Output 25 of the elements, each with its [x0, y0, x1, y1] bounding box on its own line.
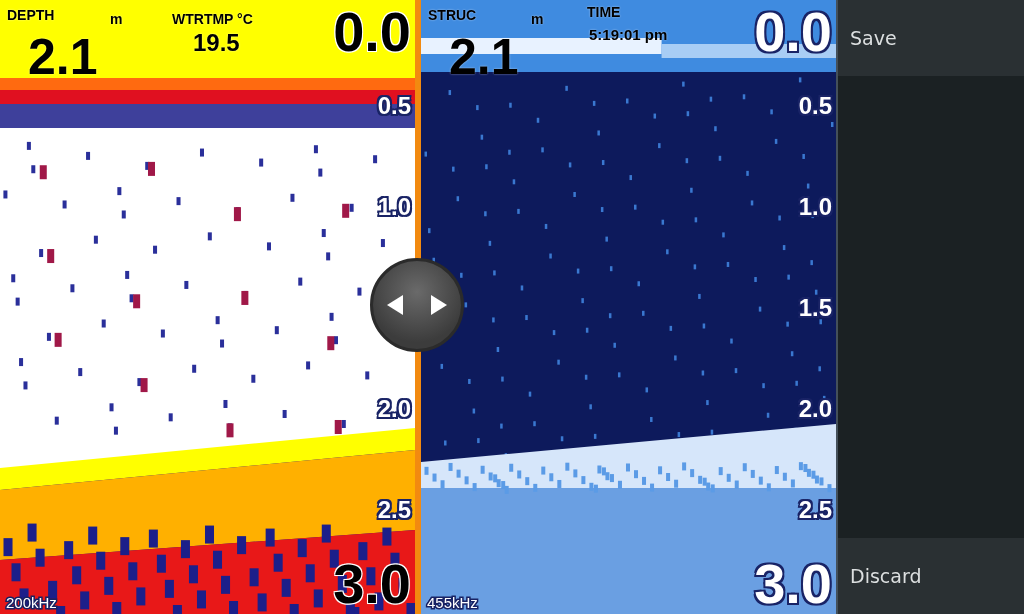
depth-scale-mark: 0.0	[754, 4, 832, 60]
unit-label: m	[531, 12, 544, 26]
readout-value: 19.5	[193, 31, 240, 55]
frequency-label: 200kHz	[6, 595, 57, 610]
depth-scale-mark: 2.5	[798, 498, 832, 522]
right-arrow-icon	[431, 295, 447, 315]
left-arrow-icon	[387, 295, 403, 315]
depth-value: 2.1	[28, 32, 98, 82]
depth-scale-mark: 1.0	[798, 195, 832, 219]
readout-label: STRUC	[428, 8, 477, 22]
depth-scale-mark: 1.0	[377, 195, 411, 219]
depth-scale-mark: 3.0	[754, 556, 832, 612]
readout-label: DEPTH	[7, 8, 55, 22]
readout-label: TIME	[587, 5, 621, 19]
depth-scale-mark: 2.0	[377, 397, 411, 421]
depth-scale-mark: 0.5	[798, 94, 832, 118]
depth-scale-mark: 0.0	[333, 4, 411, 60]
menu-item[interactable]: Discard	[838, 538, 1024, 614]
depth-scale-mark: 1.5	[798, 296, 832, 320]
readout-label: WTRTMP °C	[172, 12, 253, 26]
depth-scale-mark: 2.0	[798, 397, 832, 421]
depth-scale-mark: 2.5	[377, 498, 411, 522]
frequency-label: 455kHz	[427, 595, 478, 610]
unit-label: m	[110, 12, 123, 26]
menu-item[interactable]: Save	[838, 0, 1024, 76]
